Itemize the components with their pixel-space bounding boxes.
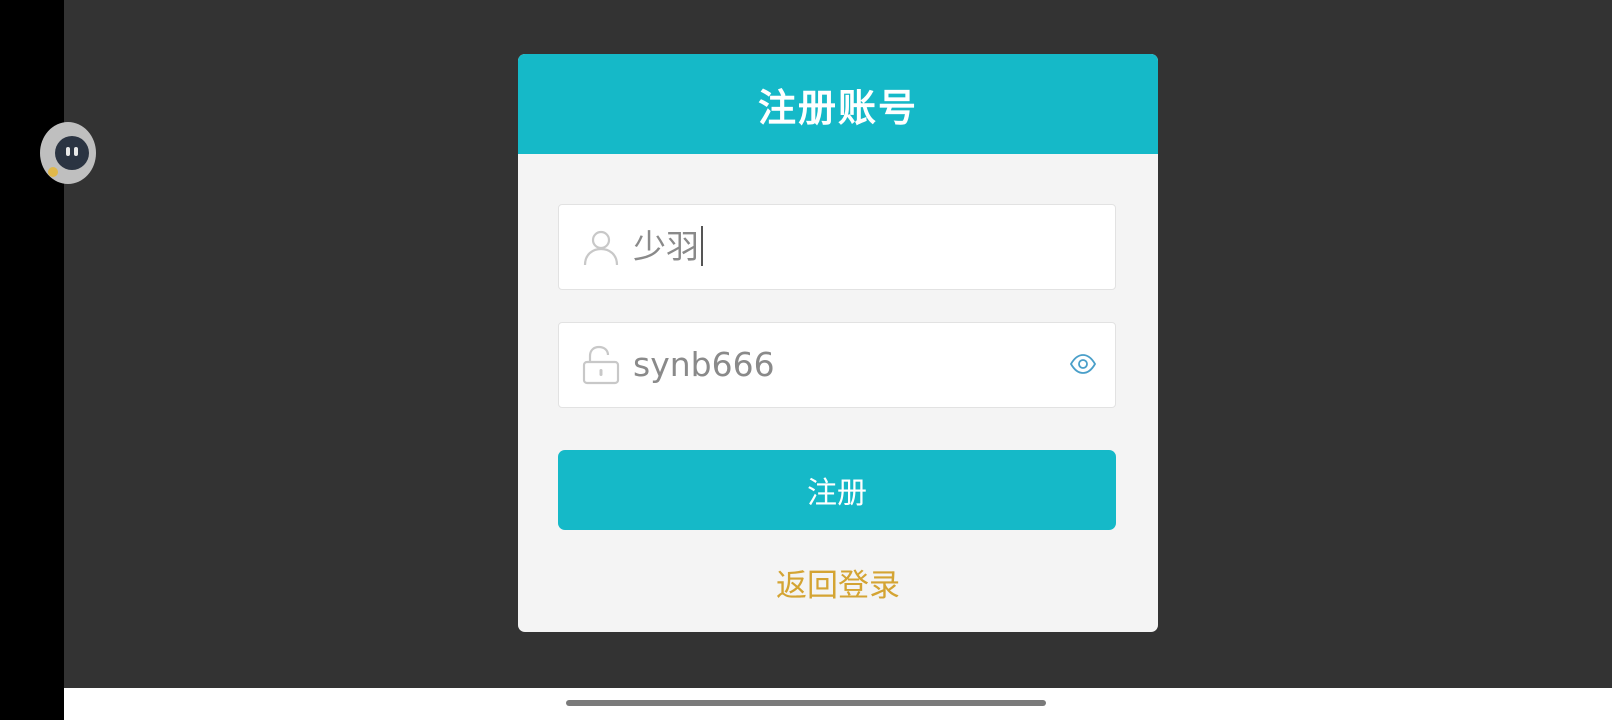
register-card: 注册账号 少羽 synb666 注册 返回登录 [518,54,1158,632]
register-card-header: 注册账号 [518,54,1158,154]
notification-dot [48,167,58,177]
floating-assistant-button[interactable] [40,122,96,184]
home-indicator[interactable] [566,700,1046,706]
password-field[interactable]: synb666 [558,322,1116,408]
user-icon [583,230,619,266]
assistant-icon [55,136,89,170]
screen: 注册账号 少羽 synb666 注册 返回登录 [0,0,1612,720]
text-caret [701,225,703,266]
unlock-icon [582,345,620,385]
username-field[interactable]: 少羽 [558,204,1116,290]
page-title: 注册账号 [757,85,918,130]
back-to-login-link[interactable]: 返回登录 [518,560,1158,605]
eye-icon[interactable] [1069,353,1097,375]
register-button[interactable]: 注册 [558,450,1116,530]
username-value: 少羽 [633,227,699,266]
username-input[interactable]: 少羽 [633,205,703,289]
password-input[interactable]: synb666 [633,323,775,407]
